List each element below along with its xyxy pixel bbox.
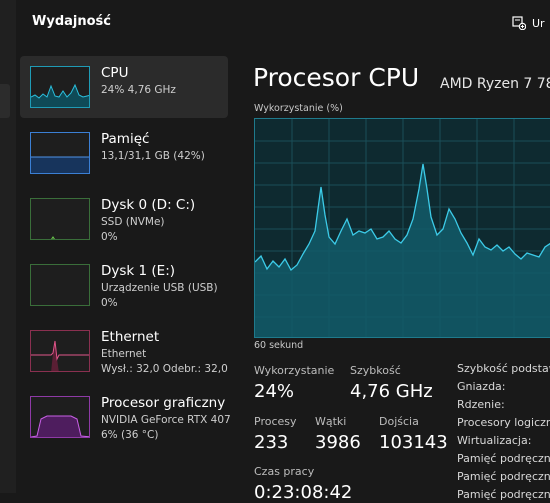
- sidebar-item-gpu[interactable]: Procesor graficzny NVIDIA GeForce RTX 40…: [20, 386, 231, 448]
- nav-item-performance[interactable]: [0, 84, 10, 118]
- top-bar: Wydajność Ur: [16, 0, 550, 46]
- detail-cache-l1-label: Pamięć podręczna: [457, 452, 550, 465]
- sidebar-item-disk-1-usage: 0%: [101, 297, 118, 309]
- page-title: Wydajność: [32, 14, 111, 29]
- ethernet-thumbnail-graph: [30, 330, 90, 372]
- sidebar-item-gpu-name: Procesor graficzny: [101, 395, 226, 411]
- memory-thumbnail-graph: [30, 132, 90, 174]
- detail-cache-l3-label: Pamięć podręczna: [457, 488, 550, 501]
- sidebar-item-gpu-model: NVIDIA GeForce RTX 407: [101, 414, 231, 426]
- sidebar-item-ethernet-type: Ethernet: [101, 348, 147, 360]
- detail-virtualization-label: Wirtualizacja:: [457, 434, 532, 447]
- sidebar-item-cpu-name: CPU: [101, 65, 129, 81]
- detail-cache-l2-label: Pamięć podręczna: [457, 470, 550, 483]
- speed-value: 4,76 GHz: [350, 381, 433, 402]
- sidebar-item-disk-0-usage: 0%: [101, 231, 118, 243]
- cpu-model-name: AMD Ryzen 7 78: [440, 76, 550, 92]
- handles-value: 103143: [379, 432, 448, 453]
- disk-1-thumbnail-graph: [30, 264, 90, 306]
- detail-sockets-label: Gniazda:: [457, 380, 506, 393]
- sidebar-item-memory[interactable]: Pamięć 13,1/31,1 GB (42%): [20, 122, 228, 184]
- sidebar-item-disk-1-name: Dysk 1 (E:): [101, 263, 176, 279]
- sidebar-item-ethernet-name: Ethernet: [101, 329, 160, 345]
- sidebar-item-cpu[interactable]: CPU 24% 4,76 GHz: [20, 56, 228, 118]
- utilization-label: Wykorzystanie: [254, 364, 335, 377]
- sidebar-item-memory-name: Pamięć: [101, 131, 150, 147]
- cpu-detail-panel: Procesor CPU AMD Ryzen 7 78 Wykorzystani…: [230, 46, 550, 503]
- disk-0-thumbnail-graph: [30, 198, 90, 240]
- sidebar-item-gpu-usage: 6% (36 °C): [101, 429, 159, 441]
- sidebar-item-disk-0-name: Dysk 0 (D: C:): [101, 197, 196, 213]
- gpu-thumbnail-graph: [30, 396, 90, 438]
- performance-sidebar: CPU 24% 4,76 GHz Pamięć 13,1/31,1 GB (42…: [16, 46, 231, 493]
- sidebar-item-disk-1[interactable]: Dysk 1 (E:) Urządzenie USB (USB) 0%: [20, 254, 228, 316]
- uptime-label: Czas pracy: [254, 465, 315, 478]
- handles-label: Dojścia: [379, 415, 419, 428]
- nav-strip: [0, 0, 16, 493]
- utilization-value: 24%: [254, 381, 295, 402]
- detail-title: Procesor CPU: [253, 63, 420, 92]
- sidebar-item-ethernet-throughput: Wysł.: 32,0 Odebr.: 32,0: [101, 363, 228, 375]
- sidebar-item-ethernet[interactable]: Ethernet Ethernet Wysł.: 32,0 Odebr.: 32…: [20, 320, 228, 382]
- processes-value: 233: [254, 432, 289, 453]
- sidebar-item-memory-usage: 13,1/31,1 GB (42%): [101, 150, 205, 162]
- run-new-task-button[interactable]: Ur: [512, 12, 545, 34]
- threads-label: Wątki: [315, 415, 347, 428]
- graph-y-label: Wykorzystanie (%): [254, 103, 343, 114]
- graph-time-label: 60 sekund: [254, 340, 304, 351]
- speed-label: Szybkość: [350, 364, 401, 377]
- sidebar-item-disk-1-type: Urządzenie USB (USB): [101, 282, 218, 294]
- sidebar-item-cpu-usage: 24% 4,76 GHz: [101, 84, 176, 96]
- sidebar-item-disk-0[interactable]: Dysk 0 (D: C:) SSD (NVMe) 0%: [20, 188, 228, 250]
- cpu-thumbnail-graph: [30, 66, 90, 108]
- detail-base-speed-label: Szybkość podstaw: [457, 362, 550, 375]
- detail-logical-processors-label: Procesory logiczn: [457, 416, 550, 429]
- sidebar-item-disk-0-type: SSD (NVMe): [101, 216, 165, 228]
- run-task-icon: [512, 16, 526, 30]
- run-new-task-label: Ur: [532, 16, 545, 30]
- cpu-usage-graph: [254, 118, 550, 338]
- threads-value: 3986: [315, 432, 361, 453]
- detail-cores-label: Rdzenie:: [457, 398, 505, 411]
- processes-label: Procesy: [254, 415, 297, 428]
